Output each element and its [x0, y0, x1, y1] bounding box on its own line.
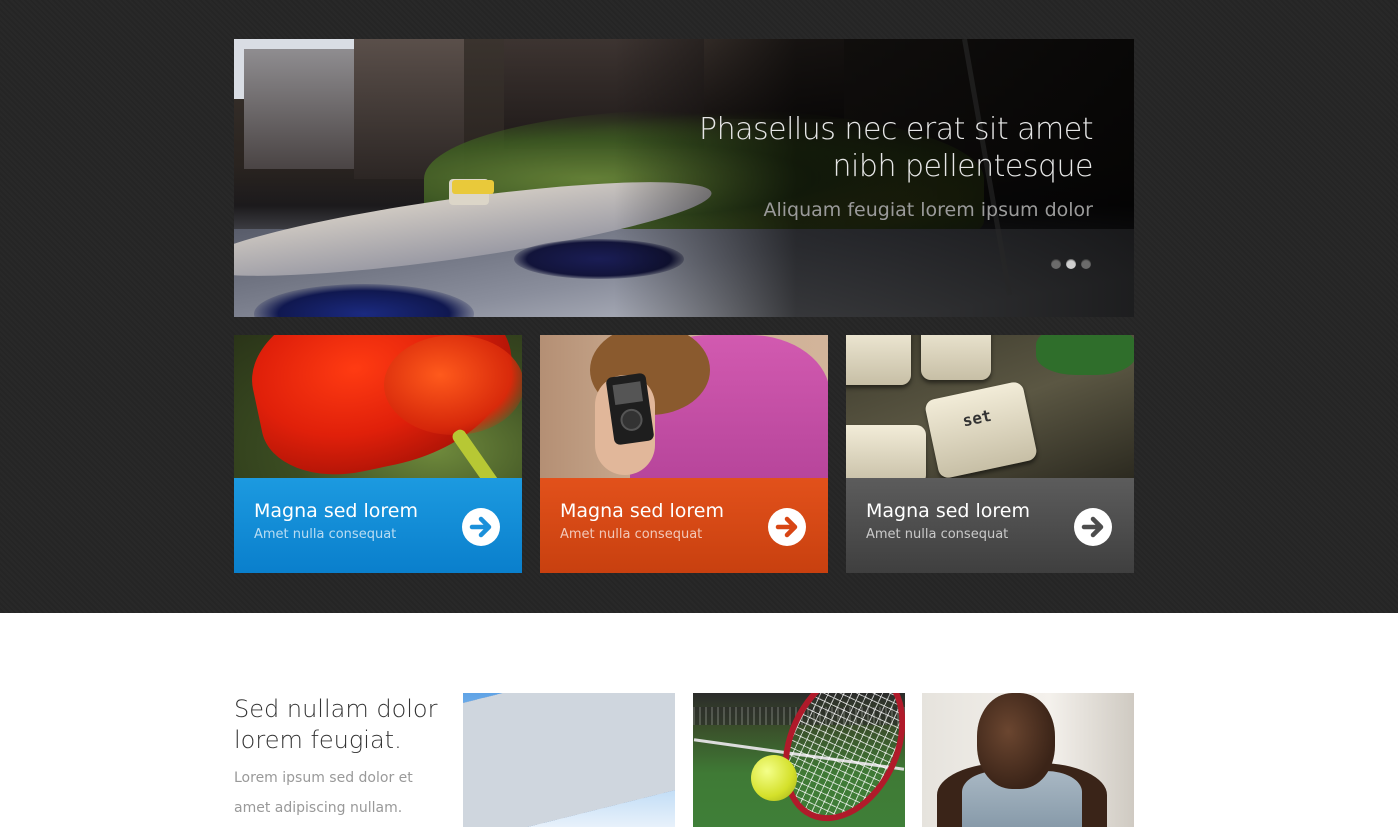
- hero-subtitle: Aliquam feugiat lorem ipsum dolor: [763, 199, 1093, 221]
- arrow-right-icon[interactable]: [462, 508, 500, 546]
- dark-banner-section: Phasellus nec erat sit amet nibh pellent…: [0, 0, 1398, 613]
- feature-card-caption: Magna sed lorem Amet nulla consequat: [540, 478, 828, 573]
- feature-card-1[interactable]: Magna sed lorem Amet nulla consequat: [234, 335, 522, 573]
- card-subtitle: Amet nulla consequat: [866, 527, 1009, 542]
- hero-title-line: nibh pellentesque: [832, 149, 1094, 184]
- man-head: [977, 693, 1055, 789]
- tulip-stem: [450, 427, 502, 478]
- hero-title: Phasellus nec erat sit amet nibh pellent…: [699, 111, 1094, 185]
- feature-card-caption: Magna sed lorem Amet nulla consequat: [234, 478, 522, 573]
- hero-title-line: Phasellus nec erat sit amet: [699, 112, 1094, 147]
- typewriter-key: set: [923, 380, 1039, 478]
- key-label: set: [960, 405, 994, 431]
- tennis-racket-ball-thumbnail[interactable]: [693, 693, 905, 827]
- card-title: Magna sed lorem: [560, 500, 725, 522]
- woman-with-music-player-image: [540, 335, 828, 478]
- card-title: Magna sed lorem: [254, 500, 419, 522]
- typewriter-keys-image: set: [846, 335, 1134, 478]
- music-player-wheel: [619, 407, 644, 433]
- feature-card-3[interactable]: set Magna sed lorem Amet nulla consequat: [846, 335, 1134, 573]
- man-portrait-thumbnail[interactable]: [922, 693, 1134, 827]
- card-subtitle: Amet nulla consequat: [254, 527, 397, 542]
- tulip-petal: [384, 335, 522, 435]
- red-tulip-image: [234, 335, 522, 478]
- card-subtitle: Amet nulla consequat: [560, 527, 703, 542]
- card-title: Magna sed lorem: [866, 500, 1031, 522]
- arrow-right-icon[interactable]: [1074, 508, 1112, 546]
- slider-dot-3[interactable]: [1081, 259, 1091, 269]
- music-player-screen: [612, 381, 644, 406]
- slider-pagination: [1051, 259, 1091, 269]
- hero-slider[interactable]: Phasellus nec erat sit amet nibh pellent…: [234, 39, 1134, 317]
- typewriter-key: [846, 335, 911, 385]
- slider-dot-1[interactable]: [1051, 259, 1061, 269]
- arrow-right-icon[interactable]: [768, 508, 806, 546]
- office-building-thumbnail[interactable]: [463, 693, 675, 827]
- slider-dot-2[interactable]: [1066, 259, 1076, 269]
- building: [463, 693, 675, 827]
- section-heading: Sed nullam dolor lorem feugiat.: [234, 695, 438, 754]
- typewriter-key: [921, 335, 991, 380]
- hero-image-taxi: [452, 180, 494, 194]
- feature-card-caption: Magna sed lorem Amet nulla consequat: [846, 478, 1134, 573]
- hero-image-building: [244, 49, 354, 169]
- typewriter-key: [846, 425, 926, 478]
- hero-caption: Phasellus nec erat sit amet nibh pellent…: [699, 111, 1094, 221]
- section-text: Lorem ipsum sed dolor et amet adipiscing…: [234, 770, 413, 816]
- tennis-ball: [751, 755, 797, 801]
- green-key: [1036, 335, 1134, 375]
- feature-card-2[interactable]: Magna sed lorem Amet nulla consequat: [540, 335, 828, 573]
